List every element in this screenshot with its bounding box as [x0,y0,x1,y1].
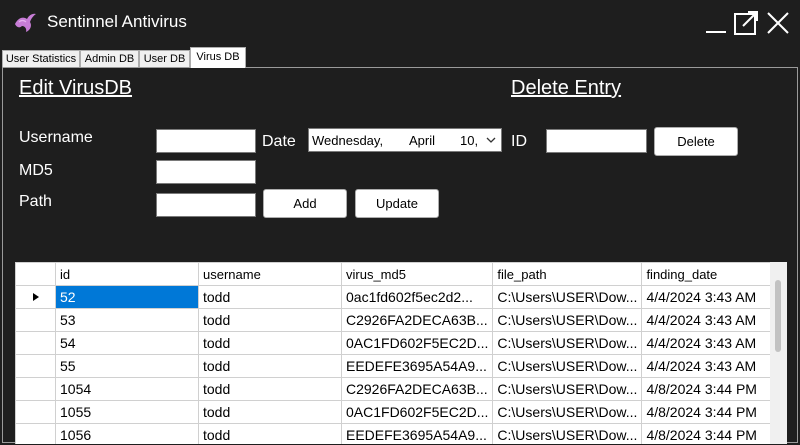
cell-username[interactable]: todd [198,308,342,332]
table-row[interactable]: 52 todd 0ac1fd602f5ec2d2... C:\Users\USE… [15,285,786,309]
cell-file-path[interactable]: C:\Users\USER\Dow... [492,354,643,378]
add-button[interactable]: Add [263,189,347,218]
cell-virus-md5[interactable]: C2926FA2DECA63B... [340,377,494,401]
cell-id[interactable]: 55 [55,354,199,378]
cell-id[interactable]: 53 [55,308,199,332]
delete-entry-heading: Delete Entry [511,77,622,99]
cell-virus-md5[interactable]: 0ac1fd602f5ec2d2... [340,285,494,309]
cell-virus-md5[interactable]: EEDEFE3695A54A9... [340,423,494,444]
tab-strip: User Statistics Admin DB User DB Virus D… [0,45,800,68]
cell-id[interactable]: 1054 [55,377,199,401]
table-row[interactable]: 55 todd EEDEFE3695A54A9... C:\Users\USER… [15,354,786,378]
grid-table: id username virus_md5 file_path finding_… [15,262,786,444]
row-header[interactable] [15,423,56,444]
cell-finding-date[interactable]: 4/4/2024 3:43 AM [641,285,786,309]
row-header[interactable] [15,331,56,355]
edit-virusdb-heading: Edit VirusDB [19,77,133,99]
row-header[interactable] [15,285,56,309]
id-label: ID [511,133,527,150]
row-header[interactable] [15,400,56,424]
virus-db-page: Edit VirusDB Delete Entry Username Date … [2,67,798,444]
cell-username[interactable]: todd [198,331,342,355]
cell-virus-md5[interactable]: C2926FA2DECA63B... [340,308,494,332]
cell-finding-date[interactable]: 4/8/2024 3:44 PM [641,400,786,424]
close-icon[interactable] [764,9,792,37]
scrollbar-thumb[interactable] [775,280,781,352]
delete-button[interactable]: Delete [654,127,738,156]
date-weekday: Wednesday, [312,133,384,148]
table-row[interactable]: 1056 todd EEDEFE3695A54A9... C:\Users\US… [15,423,786,444]
title-bar: Sentinnel Antivirus [0,0,800,45]
cell-finding-date[interactable]: 4/4/2024 3:43 AM [641,331,786,355]
app-title: Sentinnel Antivirus [47,12,187,31]
cell-file-path[interactable]: C:\Users\USER\Dow... [492,423,643,444]
column-header-id[interactable]: id [55,262,199,286]
cell-username[interactable]: todd [198,377,342,401]
column-header-finding-date[interactable]: finding_date [641,262,786,286]
cell-finding-date[interactable]: 4/4/2024 3:43 AM [641,354,786,378]
cell-finding-date[interactable]: 4/4/2024 3:43 AM [641,308,786,332]
grid-vertical-scrollbar[interactable] [770,262,787,444]
date-picker[interactable]: Wednesday, April 10, [308,128,502,152]
cell-virus-md5[interactable]: 0AC1FD602F5EC2D... [340,400,494,424]
cell-username[interactable]: todd [198,400,342,424]
cell-file-path[interactable]: C:\Users\USER\Dow... [492,285,643,309]
path-label: Path [19,193,52,210]
row-header-corner [15,262,56,286]
tab-user-db[interactable]: User DB [139,50,190,67]
username-label: Username [19,129,93,146]
popout-icon[interactable] [732,9,760,37]
column-header-file-path[interactable]: file_path [492,262,643,286]
table-row[interactable]: 1054 todd C2926FA2DECA63B... C:\Users\US… [15,377,786,401]
cell-username[interactable]: todd [198,354,342,378]
cell-virus-md5[interactable]: EEDEFE3695A54A9... [340,354,494,378]
table-row[interactable]: 1055 todd 0AC1FD602F5EC2D... C:\Users\US… [15,400,786,424]
id-input[interactable] [546,129,647,153]
date-day: 10, [460,133,479,148]
tab-admin-db[interactable]: Admin DB [80,50,139,67]
date-label: Date [262,133,296,150]
cell-id[interactable]: 1055 [55,400,199,424]
cell-username[interactable]: todd [198,423,342,444]
cell-file-path[interactable]: C:\Users\USER\Dow... [492,377,643,401]
username-input[interactable] [156,129,256,153]
path-input[interactable] [156,193,256,217]
date-month: April [409,133,436,148]
column-header-username[interactable]: username [198,262,342,286]
cell-finding-date[interactable]: 4/8/2024 3:44 PM [641,377,786,401]
cell-id[interactable]: 52 [55,285,199,309]
cell-id[interactable]: 54 [55,331,199,355]
column-header-virus-md5[interactable]: virus_md5 [340,262,494,286]
tab-user-statistics[interactable]: User Statistics [2,50,80,67]
row-pointer-icon [32,293,39,301]
minimize-icon[interactable] [702,9,730,37]
row-header[interactable] [15,354,56,378]
row-header[interactable] [15,308,56,332]
cell-username[interactable]: todd [198,285,342,309]
update-button[interactable]: Update [355,189,439,218]
chevron-down-icon[interactable] [485,134,497,146]
cell-file-path[interactable]: C:\Users\USER\Dow... [492,331,643,355]
md5-label: MD5 [19,162,53,179]
cell-virus-md5[interactable]: 0AC1FD602F5EC2D... [340,331,494,355]
cell-file-path[interactable]: C:\Users\USER\Dow... [492,308,643,332]
tab-virus-db[interactable]: Virus DB [190,47,246,68]
row-header[interactable] [15,377,56,401]
cell-id[interactable]: 1056 [55,423,199,444]
virus-data-grid[interactable]: id username virus_md5 file_path finding_… [15,262,787,444]
cell-file-path[interactable]: C:\Users\USER\Dow... [492,400,643,424]
bird-logo-icon [15,13,36,32]
md5-input[interactable] [156,160,256,184]
table-row[interactable]: 54 todd 0AC1FD602F5EC2D... C:\Users\USER… [15,331,786,355]
table-row[interactable]: 53 todd C2926FA2DECA63B... C:\Users\USER… [15,308,786,332]
cell-finding-date[interactable]: 4/8/2024 3:44 PM [641,423,786,444]
grid-header-row: id username virus_md5 file_path finding_… [15,262,786,286]
